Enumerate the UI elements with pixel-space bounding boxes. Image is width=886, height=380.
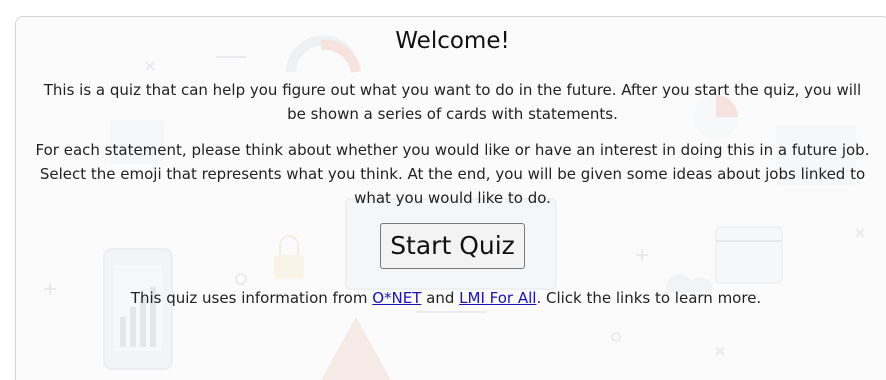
- welcome-title: Welcome!: [395, 28, 510, 54]
- source-paragraph: This quiz uses information from O*NET an…: [16, 286, 876, 310]
- source-suffix-text: . Click the links to learn more.: [536, 289, 762, 307]
- onet-link[interactable]: O*NET: [372, 289, 421, 307]
- start-quiz-button[interactable]: Start Quiz: [380, 223, 525, 269]
- source-and-text: and: [421, 289, 460, 307]
- instructions-paragraph: For each statement, please think about w…: [35, 141, 870, 207]
- welcome-card: Welcome! This is a quiz that can help yo…: [15, 16, 886, 380]
- source-prefix-text: This quiz uses information from: [130, 289, 373, 307]
- intro-paragraph: This is a quiz that can help you figure …: [43, 81, 862, 123]
- page: Welcome! This is a quiz that can help yo…: [0, 0, 886, 380]
- lmi-for-all-link[interactable]: LMI For All: [459, 289, 536, 307]
- welcome-content: Welcome! This is a quiz that can help yo…: [16, 17, 886, 325]
